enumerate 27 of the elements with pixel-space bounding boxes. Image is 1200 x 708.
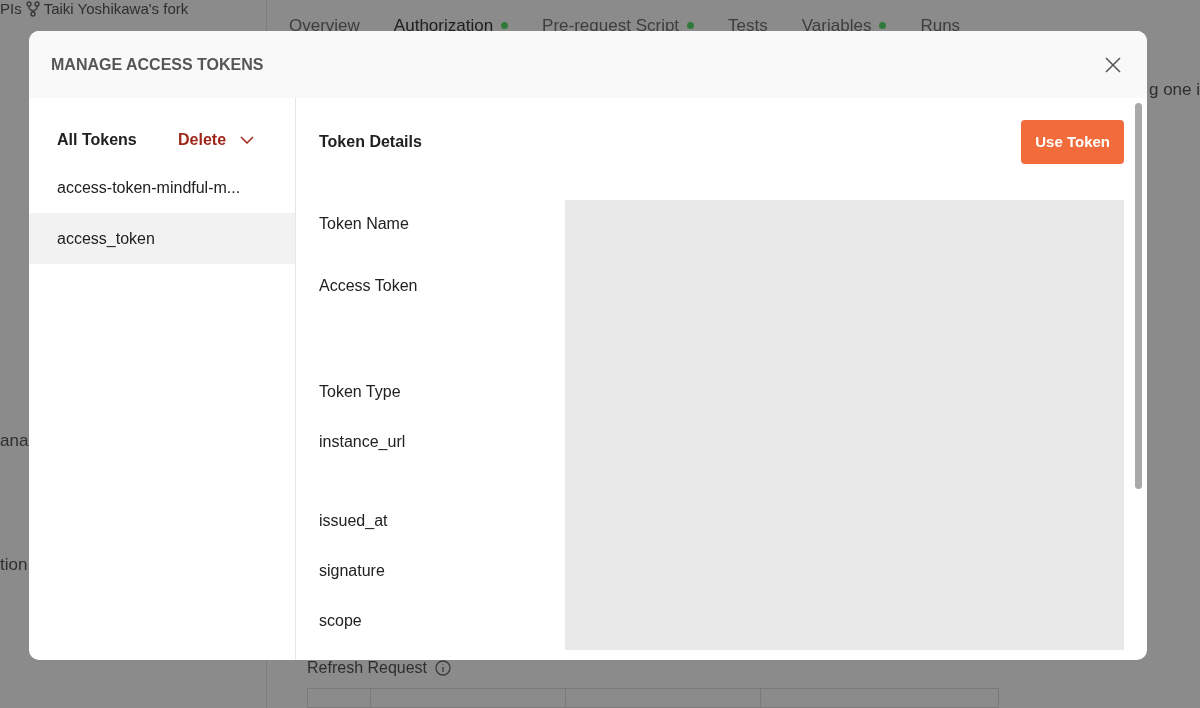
- field-label: issued_at: [319, 511, 388, 531]
- field-label: Token Name: [319, 214, 409, 234]
- breadcrumb-text: PIs: [0, 0, 22, 19]
- use-token-button[interactable]: Use Token: [1021, 120, 1124, 164]
- sidebar-text: ana: [0, 431, 29, 450]
- chevron-down-icon: [240, 136, 255, 144]
- list-title: All Tokens: [57, 130, 138, 150]
- info-icon: [435, 660, 452, 676]
- fork-label: Taiki Yoshikawa's fork: [43, 0, 189, 19]
- field-label: Token Type: [319, 382, 401, 402]
- tab[interactable]: Variables: [801, 13, 887, 39]
- fork-icon: [25, 1, 40, 17]
- dialog-title: MANAGE ACCESS TOKENS: [51, 54, 264, 75]
- scrollbar[interactable]: [1135, 103, 1142, 489]
- tab[interactable]: Authorization: [393, 13, 509, 39]
- field-label: scope: [319, 611, 362, 631]
- section-title: Refresh Request: [307, 658, 428, 678]
- token-item[interactable]: access_token: [29, 213, 295, 264]
- tab[interactable]: Pre-request Script: [542, 13, 695, 39]
- details-title: Token Details: [319, 132, 422, 152]
- delete-dropdown[interactable]: Delete: [178, 128, 255, 152]
- field-label: instance_url: [319, 432, 406, 452]
- field-label: Access Token: [319, 276, 418, 296]
- sidebar-text: tion: [0, 554, 28, 574]
- page-text: g one i: [1148, 78, 1200, 101]
- field-label: signature: [319, 561, 385, 581]
- close-button[interactable]: [1103, 54, 1123, 75]
